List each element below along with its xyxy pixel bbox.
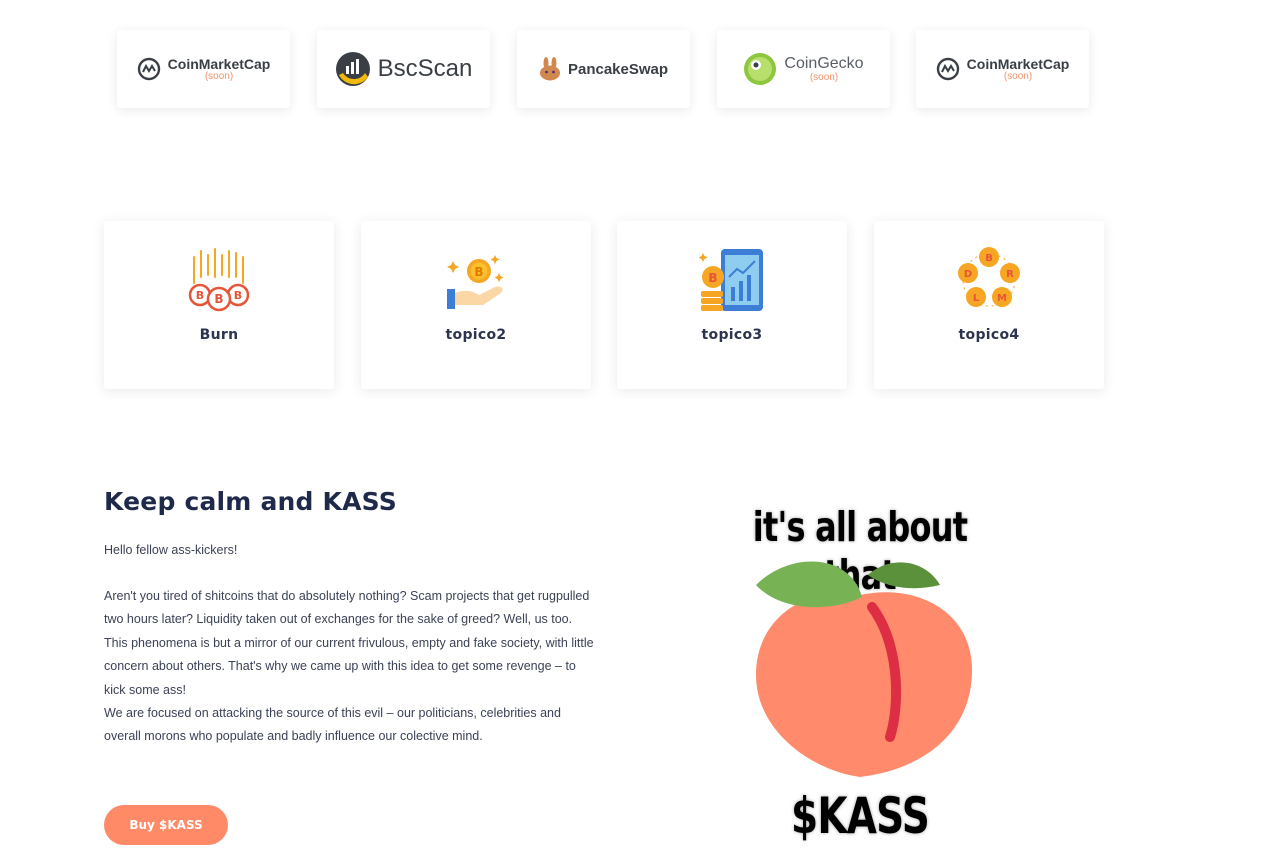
partner-soon-note: (soon) (1003, 70, 1033, 82)
partner-name: CoinMarketCap (966, 55, 1070, 72)
meme-bottom-text: $KASS (790, 786, 930, 846)
svg-text:B: B (214, 292, 223, 306)
about-title: Keep calm and KASS (104, 487, 397, 516)
coingecko-logo-icon (744, 53, 777, 85)
about-section: Keep calm and KASS Hello fellow ass-kick… (104, 487, 604, 749)
partner-pancakeswap[interactable]: PancakeSwap (517, 30, 690, 108)
feature-card-topico4[interactable]: B D R L M topico4 (874, 221, 1104, 389)
svg-text:B: B (234, 289, 242, 302)
feature-label: topico3 (701, 327, 763, 343)
feature-card-topico2[interactable]: B topico2 (361, 221, 591, 389)
svg-text:L: L (973, 293, 980, 304)
svg-text:D: D (964, 269, 972, 280)
about-paragraph: Aren't you tired of shitcoins that do ab… (104, 589, 590, 627)
burning-coins-icon: B B B (188, 248, 250, 312)
partner-coinmarketcap-2[interactable]: CoinMarketCap (soon) (916, 30, 1089, 108)
partner-soon-note: (soon) (809, 71, 839, 83)
about-paragraph: We are focused on attacking the source o… (104, 706, 561, 744)
phone-chart-coins-icon: B (699, 249, 763, 311)
feature-card-burn[interactable]: B B B Burn (104, 221, 334, 389)
coinmarketcap-logo-icon (137, 57, 160, 81)
partner-name: BscScan (377, 55, 473, 82)
partner-bscscan[interactable]: BscScan (317, 30, 490, 108)
svg-text:B: B (474, 265, 483, 279)
pancakeswap-bunny-icon (539, 57, 560, 81)
features-row: B B B Burn B topico2 B topico3 B D R L M… (104, 221, 1104, 389)
svg-text:B: B (985, 253, 993, 264)
partner-name: PancakeSwap (567, 60, 669, 78)
feature-label: topico4 (958, 327, 1020, 343)
partners-row: CoinMarketCap (soon) BscScan PancakeSwap (117, 30, 1117, 108)
peach-icon (756, 561, 972, 777)
svg-text:R: R (1006, 269, 1014, 280)
partner-name: CoinGecko (784, 54, 864, 72)
svg-text:B: B (708, 271, 717, 285)
feature-label: Burn (199, 327, 239, 343)
hand-coin-icon: B (447, 255, 504, 309)
feature-card-topico3[interactable]: B topico3 (617, 221, 847, 389)
about-greeting: Hello fellow ass-kickers! (104, 543, 238, 557)
buy-kass-button[interactable]: Buy $KASS (104, 805, 228, 845)
about-paragraph: This phenomena is but a mirror of our cu… (104, 635, 594, 697)
mascot-image: it's all about that $KASS (700, 495, 1030, 846)
about-body: Aren't you tired of shitcoins that do ab… (104, 585, 594, 749)
partner-soon-note: (soon) (204, 70, 234, 82)
partner-name: CoinMarketCap (167, 55, 271, 72)
bscscan-logo-icon (335, 52, 370, 86)
crypto-coins-icon: B D R L M (958, 247, 1020, 307)
feature-label: topico2 (445, 327, 507, 343)
partner-coinmarketcap[interactable]: CoinMarketCap (soon) (117, 30, 290, 108)
svg-text:B: B (196, 289, 204, 302)
coinmarketcap-logo-icon (936, 57, 959, 81)
partner-coingecko[interactable]: CoinGecko (soon) (717, 30, 890, 108)
svg-text:M: M (997, 293, 1007, 304)
